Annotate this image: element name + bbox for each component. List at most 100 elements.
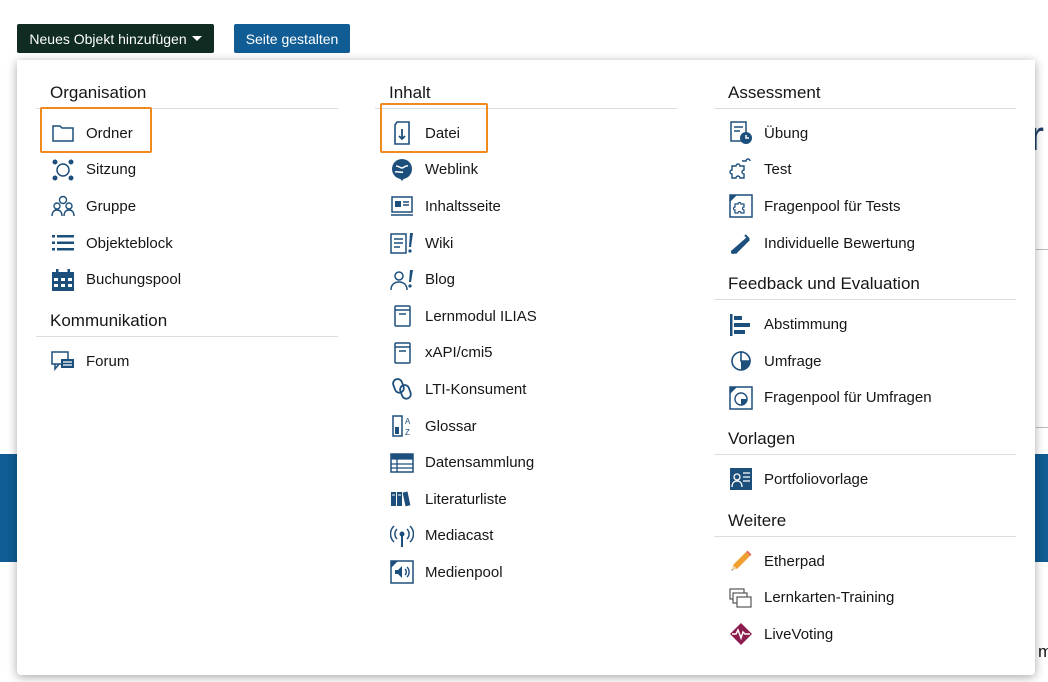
- menu-item-test[interactable]: Test: [714, 152, 1016, 189]
- menu-item-label: Medienpool: [425, 563, 503, 581]
- group-title: Weitere: [714, 508, 1016, 537]
- svg-text:A: A: [405, 417, 411, 426]
- menu-item-label: Abstimmung: [764, 316, 848, 334]
- menu-item-label: xAPI/cmi5: [425, 344, 493, 362]
- svg-text:Z: Z: [405, 428, 410, 437]
- menu-item-glossar[interactable]: AZ Glossar: [375, 408, 677, 445]
- menu-item-datei[interactable]: Datei: [375, 115, 677, 152]
- menu-item-label: Inhaltsseite: [425, 197, 501, 215]
- menu-item-label: Datei: [425, 124, 461, 142]
- menu-item-lti-konsument[interactable]: LTI-Konsument: [375, 371, 677, 408]
- menu-item-label: Individuelle Bewertung: [764, 234, 915, 252]
- menu-item-label: Mediacast: [425, 527, 494, 545]
- menu-item-umfrage[interactable]: Umfrage: [714, 343, 1016, 380]
- menu-item-objekteblock[interactable]: Objekteblock: [36, 225, 338, 262]
- survey-icon: [728, 348, 754, 374]
- caret-down-icon: [191, 36, 202, 41]
- dropdown-column-2: Inhalt Datei Weblink Inhaltsseite Wiki B…: [375, 80, 677, 601]
- menu-item-buchungspool[interactable]: Buchungspool: [36, 261, 338, 298]
- menu-item-label: Gruppe: [86, 197, 137, 215]
- bibliography-icon: [389, 486, 415, 512]
- content-page-icon: [389, 193, 415, 219]
- menu-item-datensammlung[interactable]: Datensammlung: [375, 444, 677, 481]
- design-page-label: Seite gestalten: [245, 30, 339, 47]
- menu-item-label: LTI-Konsument: [425, 380, 527, 398]
- wiki-icon: [389, 230, 415, 256]
- background-text-fragment: m: [1038, 642, 1048, 661]
- etherpad-icon: [728, 548, 754, 574]
- menu-item-sitzung[interactable]: Sitzung: [36, 152, 338, 189]
- group-feedback: Feedback und Evaluation Abstimmung Umfra…: [714, 271, 1016, 416]
- menu-item-etherpad[interactable]: Etherpad: [714, 543, 1016, 580]
- menu-item-xapi[interactable]: xAPI/cmi5: [375, 335, 677, 372]
- menu-item-label: Sitzung: [86, 161, 137, 179]
- menu-item-label: Weblink: [425, 161, 479, 179]
- menu-item-label: Portfoliovorlage: [764, 470, 869, 488]
- menu-item-wiki[interactable]: Wiki: [375, 225, 677, 262]
- portfolio-template-icon: [728, 466, 754, 492]
- menu-item-literaturliste[interactable]: Literaturliste: [375, 481, 677, 518]
- menu-item-inhaltsseite[interactable]: Inhaltsseite: [375, 188, 677, 225]
- group-kommunikation: Kommunikation Forum: [36, 308, 338, 380]
- menu-item-label: Objekteblock: [86, 234, 173, 252]
- background-divider: [1036, 427, 1048, 428]
- menu-item-label: Übung: [764, 124, 809, 142]
- menu-item-uebung[interactable]: Übung: [714, 115, 1016, 152]
- menu-item-forum[interactable]: Forum: [36, 343, 338, 380]
- individual-assessment-icon: [728, 230, 754, 256]
- menu-item-gruppe[interactable]: Gruppe: [36, 188, 338, 225]
- flashcards-icon: [728, 585, 754, 611]
- group-title: Inhalt: [375, 80, 677, 109]
- list-icon: [50, 230, 76, 256]
- add-object-dropdown: Organisation Ordner Sitzung Gruppe Objek…: [17, 60, 1035, 675]
- add-new-object-button[interactable]: Neues Objekt hinzufügen: [17, 24, 214, 53]
- menu-item-fragenpool-tests[interactable]: Fragenpool für Tests: [714, 188, 1016, 225]
- menu-item-blog[interactable]: Blog: [375, 261, 677, 298]
- test-icon: [728, 157, 754, 183]
- menu-item-label: Glossar: [425, 417, 477, 435]
- media-pool-icon: [389, 559, 415, 585]
- menu-item-mediacast[interactable]: Mediacast: [375, 518, 677, 555]
- menu-item-lernmodul-ilias[interactable]: Lernmodul ILIAS: [375, 298, 677, 335]
- livevoting-icon: [728, 621, 754, 647]
- forum-icon: [50, 348, 76, 374]
- menu-item-abstimmung[interactable]: Abstimmung: [714, 306, 1016, 343]
- group-title: Vorlagen: [714, 426, 1016, 456]
- menu-item-label: Fragenpool für Umfragen: [764, 389, 932, 407]
- file-icon: [389, 120, 415, 146]
- menu-item-label: Umfrage: [764, 352, 822, 370]
- group-icon: [50, 193, 76, 219]
- menu-item-livevoting[interactable]: LiveVoting: [714, 616, 1016, 653]
- group-title: Feedback und Evaluation: [714, 271, 1016, 301]
- poll-icon: [728, 312, 754, 338]
- menu-item-label: Wiki: [425, 234, 454, 252]
- glossary-icon: AZ: [389, 413, 415, 439]
- mediacast-icon: [389, 523, 415, 549]
- menu-item-individuelle-bewertung[interactable]: Individuelle Bewertung: [714, 225, 1016, 262]
- data-collection-icon: [389, 450, 415, 476]
- menu-item-label: LiveVoting: [764, 625, 834, 643]
- group-organisation: Organisation Ordner Sitzung Gruppe Objek…: [36, 80, 338, 298]
- menu-item-lernkarten-training[interactable]: Lernkarten-Training: [714, 579, 1016, 616]
- group-assessment: Assessment Übung Test Fragenpool für Tes…: [714, 80, 1016, 261]
- menu-item-weblink[interactable]: Weblink: [375, 152, 677, 189]
- add-new-object-label: Neues Objekt hinzufügen: [29, 30, 187, 47]
- menu-item-label: Buchungspool: [86, 271, 182, 289]
- menu-item-fragenpool-umfragen[interactable]: Fragenpool für Umfragen: [714, 380, 1016, 417]
- menu-item-label: Datensammlung: [425, 454, 535, 472]
- dropdown-column-1: Organisation Ordner Sitzung Gruppe Objek…: [36, 80, 338, 390]
- menu-item-label: Etherpad: [764, 552, 825, 570]
- menu-item-label: Lernmodul ILIAS: [425, 307, 537, 325]
- menu-item-medienpool[interactable]: Medienpool: [375, 554, 677, 591]
- learning-module-icon: [389, 303, 415, 329]
- xapi-icon: [389, 340, 415, 366]
- design-page-button[interactable]: Seite gestalten: [234, 24, 350, 53]
- group-title: Kommunikation: [36, 308, 338, 337]
- weblink-icon: [389, 157, 415, 183]
- menu-item-label: Blog: [425, 271, 456, 289]
- folder-icon: [50, 120, 76, 146]
- background-divider: [1036, 249, 1048, 250]
- menu-item-portfoliovorlage[interactable]: Portfoliovorlage: [714, 461, 1016, 498]
- question-pool-icon: [728, 193, 754, 219]
- menu-item-ordner[interactable]: Ordner: [36, 115, 338, 152]
